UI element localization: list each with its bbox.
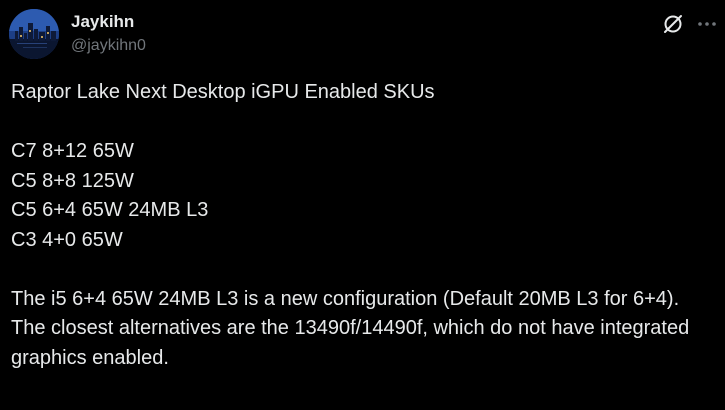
avatar-image: [9, 9, 59, 59]
avatar[interactable]: [9, 9, 59, 59]
more-horizontal-icon[interactable]: [695, 12, 719, 36]
tweet-headline: Raptor Lake Next Desktop iGPU Enabled SK…: [11, 81, 435, 103]
tweet-note-config: The i5 6+4 65W 24MB L3 is a new configur…: [11, 287, 680, 310]
sku-line: C5 8+8 125W: [11, 169, 134, 192]
tweet-note-alternatives: The closest alternatives are the 13490f/…: [11, 317, 690, 369]
sku-line: C3 4+0 65W: [11, 228, 123, 251]
sku-line: C7 8+12 65W: [11, 140, 134, 162]
tweet-text: Raptor Lake Next Desktop iGPU Enabled SK…: [11, 78, 716, 373]
tweet: Jaykihn @jaykihn0 Raptor Lake Next Deskt…: [0, 0, 725, 410]
handle[interactable]: @jaykihn0: [71, 37, 146, 55]
display-name[interactable]: Jaykihn: [71, 12, 134, 32]
grok-icon[interactable]: [662, 13, 684, 35]
sku-line: C5 6+4 65W 24MB L3: [11, 199, 209, 221]
